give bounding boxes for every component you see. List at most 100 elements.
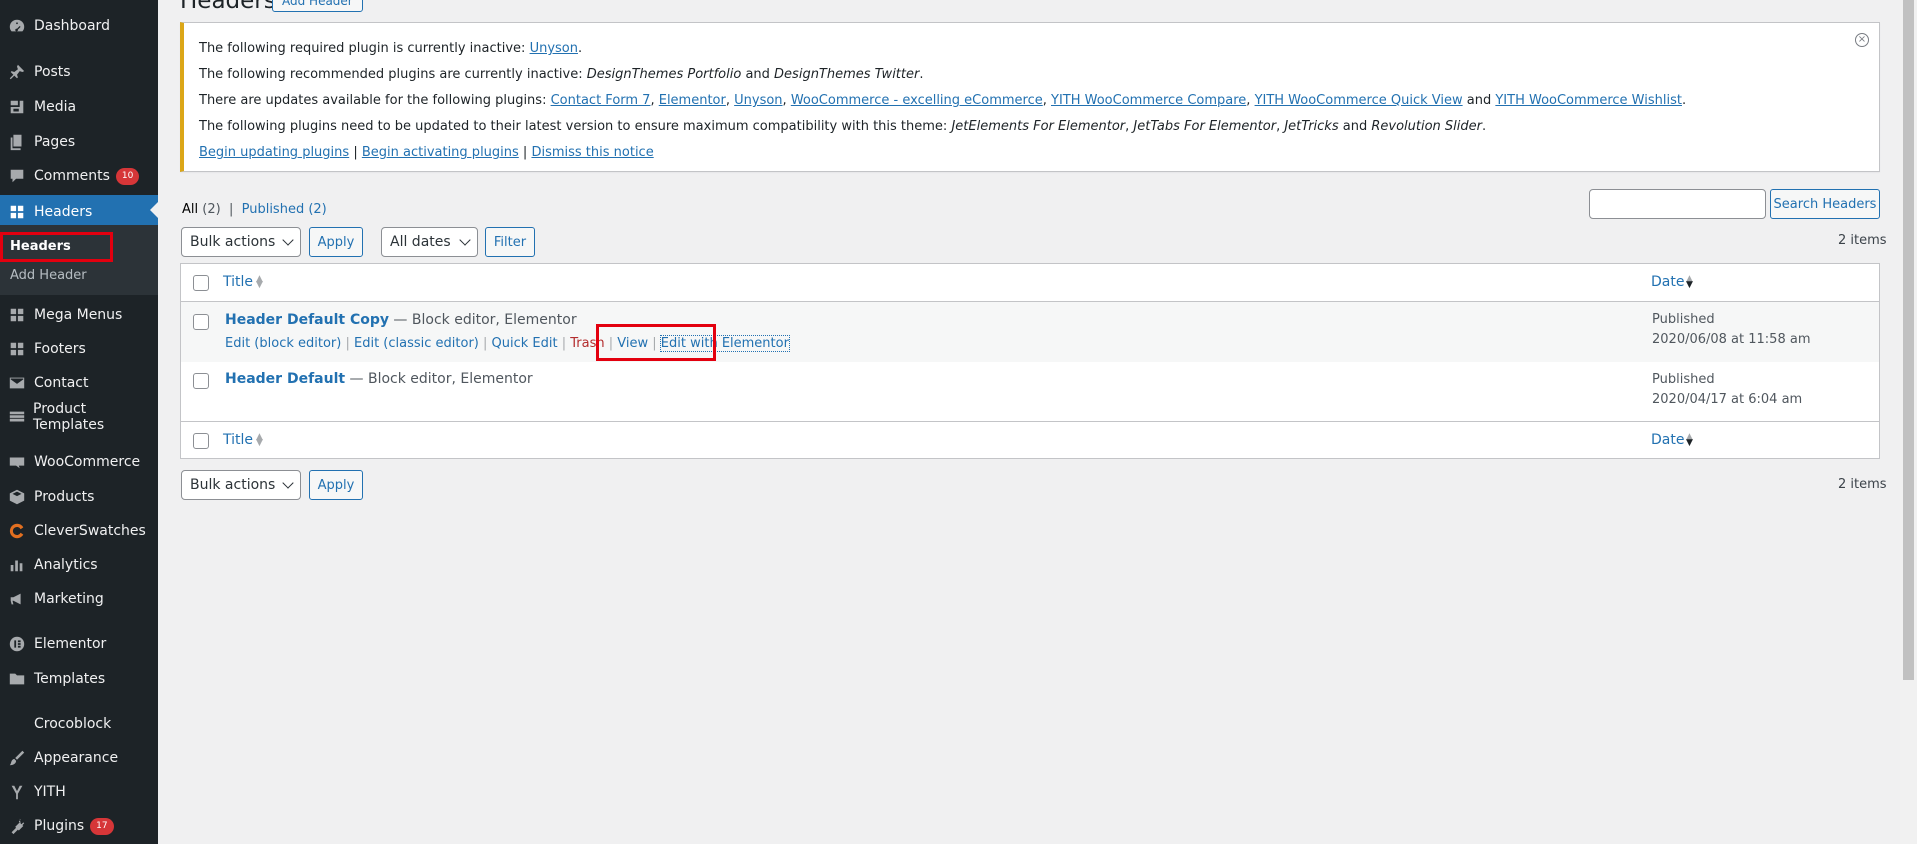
menu-label: Products [34,489,95,505]
select-all-checkbox[interactable] [193,275,209,291]
menu-plugins[interactable]: Plugins 17 [0,811,158,841]
submenu-add-header[interactable]: Add Header [10,268,87,283]
comments-count-badge: 10 [115,167,140,185]
row-checkbox[interactable] [193,373,209,389]
filter-button[interactable]: Filter [485,227,535,257]
menu-label: Elementor [34,636,107,652]
post-status: Published [1652,312,1715,327]
menu-posts[interactable]: Posts [0,57,158,87]
column-date-sort-footer[interactable]: Date [1651,432,1684,448]
menu-label: Comments [34,168,110,184]
begin-updating-link[interactable]: Begin updating plugins [199,145,349,160]
notice-link-unyson[interactable]: Unyson [530,41,578,56]
scrollbar-thumb[interactable] [1903,0,1914,680]
date-filter-select[interactable]: All dates [381,227,478,257]
menu-label: Media [34,99,77,115]
page-title: Headers [180,0,276,14]
page-scrollbar[interactable] [1900,0,1917,844]
post-state: — Block editor, Elementor [388,312,577,328]
bar-chart-icon [0,556,34,574]
sort-icon: ▲ ▼ [1686,274,1693,290]
table-footer: Title ▲ ▼ Date ▲ ▼ [181,422,1879,460]
plugin-name: DesignThemes Twitter [774,67,920,82]
plugin-name: DesignThemes Portfolio [586,67,742,82]
select-value: Bulk actions [190,477,276,493]
apply-button-top[interactable]: Apply [309,227,363,257]
row-title-cell: Header Default — Block editor, Elementor [225,371,533,387]
highlight-box-elementor [596,324,716,361]
menu-templates[interactable]: Templates [0,664,158,694]
menu-cleverswatches[interactable]: CleverSwatches [0,516,158,546]
notice-plugin-link[interactable]: Elementor [659,93,726,108]
menu-products[interactable]: Products [0,482,158,512]
edit-block-editor-link[interactable]: Edit (block editor) [225,336,341,351]
menu-dashboard[interactable]: Dashboard [0,11,158,41]
begin-activating-link[interactable]: Begin activating plugins [362,145,519,160]
plugin-name: JetTabs For Elementor [1133,119,1277,134]
view-label: All [182,202,199,217]
dashboard-icon [0,17,34,35]
menu-label: WooCommerce [34,454,141,470]
menu-marketing[interactable]: Marketing [0,584,158,614]
post-title-link[interactable]: Header Default Copy [225,312,389,328]
view-all[interactable]: All (2) [182,202,221,217]
tgmpa-notice: The following required plugin is current… [180,22,1880,172]
menu-elementor[interactable]: Elementor [0,629,158,659]
menu-label: Contact [34,375,89,391]
notice-text: . [919,67,924,82]
notice-updates: There are updates available for the foll… [199,93,1687,108]
items-count-bottom: 2 items [1838,477,1887,492]
post-date: 2020/06/08 at 11:58 am [1652,332,1811,347]
menu-pages[interactable]: Pages [0,127,158,157]
menu-label: Footers [34,341,86,357]
notice-plugin-link[interactable]: YITH WooCommerce Compare [1051,93,1246,108]
menu-contact[interactable]: Contact [0,368,158,398]
sort-icon: ▲ ▼ [256,274,263,290]
menu-media[interactable]: Media [0,92,158,122]
notice-required: The following required plugin is current… [199,41,582,56]
plugin-name: JetElements For Elementor [951,119,1126,134]
close-icon[interactable]: × [1855,33,1869,47]
menu-label: Analytics [34,557,98,573]
menu-analytics[interactable]: Analytics [0,550,158,580]
row-checkbox[interactable] [193,314,209,330]
menu-yith[interactable]: YITH [0,777,158,807]
menu-label: Marketing [34,591,104,607]
dismiss-notice-link[interactable]: Dismiss this notice [531,145,653,160]
pages-icon [0,133,34,151]
notice-plugin-link[interactable]: YITH WooCommerce Quick View [1255,93,1463,108]
add-header-button[interactable]: Add Header [272,0,363,12]
quick-edit-link[interactable]: Quick Edit [492,336,558,351]
column-title-sort-footer[interactable]: Title [223,432,253,448]
select-all-checkbox-footer[interactable] [193,433,209,449]
menu-appearance[interactable]: Appearance [0,743,158,773]
edit-classic-editor-link[interactable]: Edit (classic editor) [354,336,479,351]
search-input[interactable] [1589,189,1766,219]
view-published[interactable]: Published (2) [242,202,327,217]
menu-label: Plugins [34,818,85,834]
post-title-link[interactable]: Header Default [225,371,345,387]
menu-woocommerce[interactable]: WooCommerce [0,447,158,477]
notice-plugin-link[interactable]: Contact Form 7 [551,93,651,108]
notice-text: The following recommended plugins are cu… [199,67,587,82]
notice-text: and [741,67,775,82]
column-title-sort[interactable]: Title [223,274,253,290]
search-headers-button[interactable]: Search Headers [1770,189,1880,219]
menu-comments[interactable]: Comments 10 [0,161,158,191]
menu-product-templates[interactable]: Product Templates [0,401,158,433]
apply-button-bottom[interactable]: Apply [309,470,363,500]
bulk-actions-select-top[interactable]: Bulk actions [181,227,301,257]
column-date-sort[interactable]: Date [1651,274,1684,290]
menu-mega-menus[interactable]: Mega Menus [0,300,158,330]
menu-footers[interactable]: Footers [0,334,158,364]
menu-crocoblock[interactable]: Crocoblock [0,709,158,739]
notice-plugin-link[interactable]: YITH WooCommerce Wishlist [1495,93,1682,108]
menu-label: Posts [34,64,71,80]
menu-headers[interactable]: Headers [0,195,158,229]
notice-plugin-link[interactable]: Unyson [734,93,782,108]
notice-plugin-link[interactable]: WooCommerce - excelling eCommerce [791,93,1043,108]
mail-icon [0,374,34,392]
folder-icon [0,670,34,688]
grid-icon [0,306,34,324]
bulk-actions-select-bottom[interactable]: Bulk actions [181,470,301,500]
